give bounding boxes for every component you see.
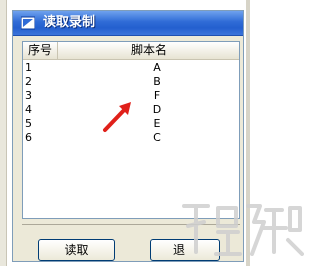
row-number: 1 — [25, 61, 32, 74]
column-header-number[interactable]: 序号 — [23, 42, 58, 59]
read-button[interactable]: 读取 — [38, 239, 115, 261]
list-header: 序号 脚本名 — [23, 42, 239, 60]
row-number: 2 — [25, 75, 32, 88]
dialog-titlebar[interactable]: 读取录制 — [13, 11, 243, 36]
red-arrow-icon — [103, 102, 131, 132]
window-app-icon — [21, 16, 35, 30]
list-row[interactable]: 1 A — [23, 61, 239, 75]
row-number: 5 — [25, 117, 32, 130]
row-number: 3 — [25, 89, 32, 102]
row-number: 4 — [25, 103, 32, 116]
left-edge-strip — [0, 0, 7, 266]
row-script-name: D — [152, 103, 162, 116]
row-script-name: F — [153, 89, 161, 102]
row-script-name: C — [153, 131, 161, 144]
row-script-name: E — [153, 117, 161, 130]
dialog-title: 读取录制 — [43, 15, 96, 30]
row-script-name: B — [153, 75, 161, 88]
list-row[interactable]: 2 B — [23, 75, 239, 89]
xiazaiba-watermark — [182, 204, 304, 256]
row-number: 6 — [25, 131, 32, 144]
column-header-script-name[interactable]: 脚本名 — [58, 42, 239, 59]
row-script-name: A — [153, 61, 161, 74]
